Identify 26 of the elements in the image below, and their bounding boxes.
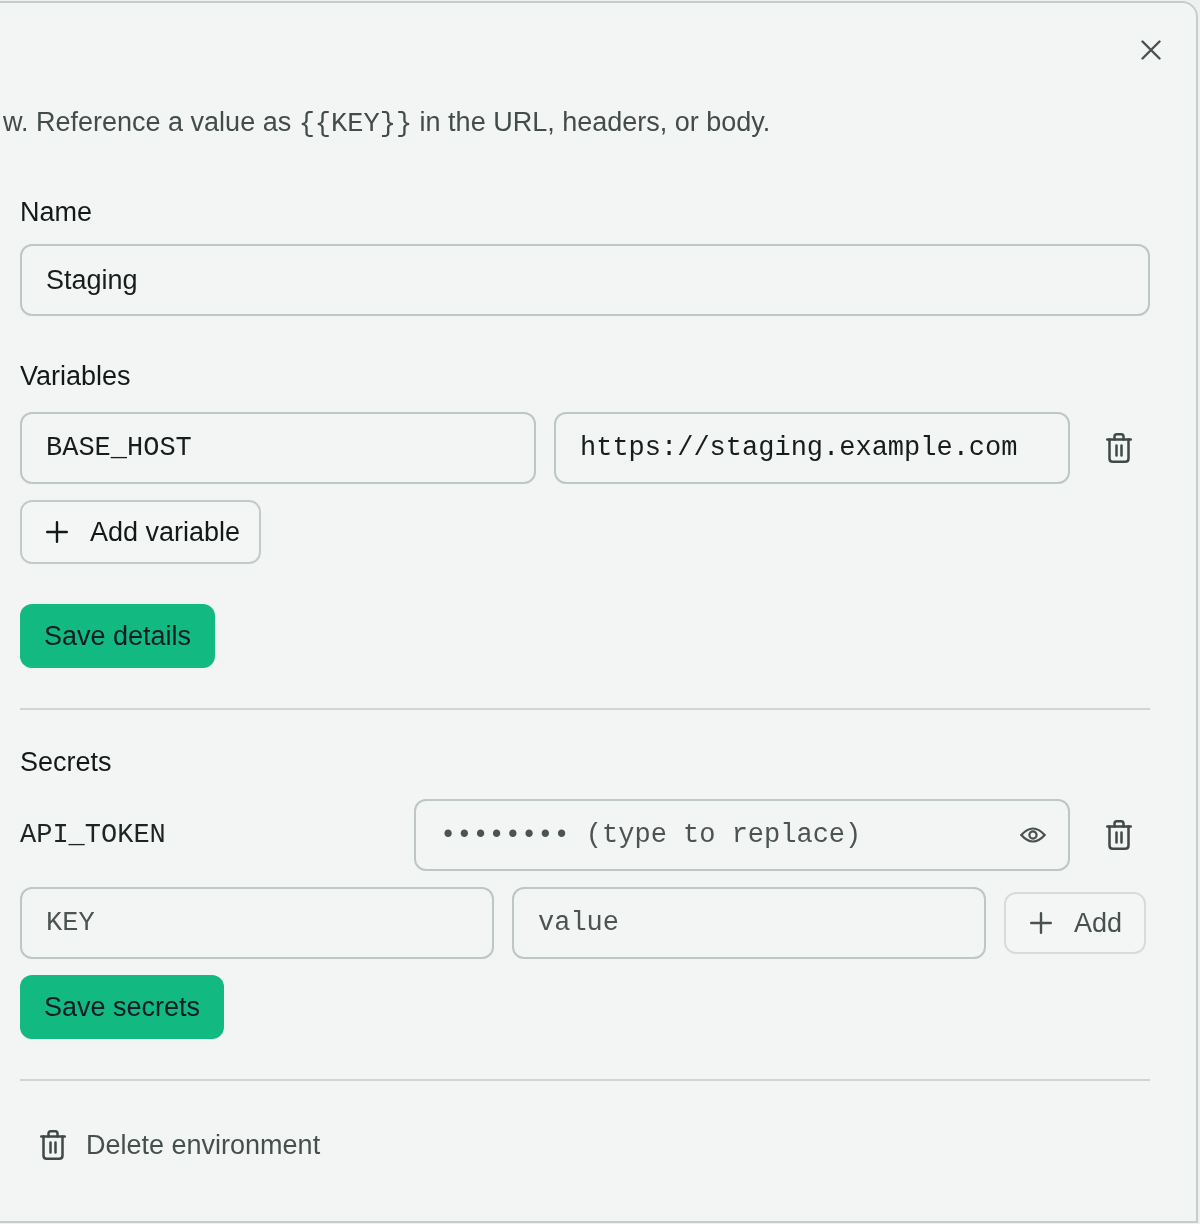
section-label: Variables: [20, 360, 131, 393]
add-secret-button[interactable]: Add: [1004, 892, 1147, 954]
description-text: w. Reference a value as {{KEY}} in the URL, headers, or body.: [3, 106, 771, 141]
delete-secret-button[interactable]: [1104, 818, 1134, 852]
new-key-field[interactable]: KEY: [20, 887, 494, 959]
delete-variable-button[interactable]: [1104, 431, 1134, 465]
save-details-button[interactable]: Save details: [20, 604, 216, 668]
eye-icon[interactable]: [1020, 826, 1046, 844]
trash-icon: [1106, 433, 1132, 463]
trash-icon: [1106, 820, 1132, 850]
add-variable-button[interactable]: Add variable: [20, 500, 262, 564]
close-button[interactable]: [1139, 38, 1163, 62]
close-icon: [1141, 40, 1161, 60]
variable-value-field[interactable]: https://staging.example.com: [554, 412, 1070, 484]
secret-key: API_TOKEN: [20, 818, 166, 852]
plus-icon: [46, 521, 68, 543]
field-label: Name: [20, 196, 93, 229]
save-secrets-button[interactable]: Save secrets: [20, 975, 225, 1039]
plus-icon: [1030, 912, 1052, 934]
variable-key-field[interactable]: BASE_HOST: [20, 412, 536, 484]
delete-environment-button[interactable]: Delete environment: [20, 1115, 341, 1175]
section-label: Secrets: [20, 746, 112, 779]
trash-icon: [40, 1130, 66, 1160]
name-field[interactable]: Staging: [20, 244, 1150, 316]
new-value-field[interactable]: value: [512, 887, 986, 959]
secret-value-field[interactable]: •••••••• (type to replace): [414, 799, 1070, 871]
